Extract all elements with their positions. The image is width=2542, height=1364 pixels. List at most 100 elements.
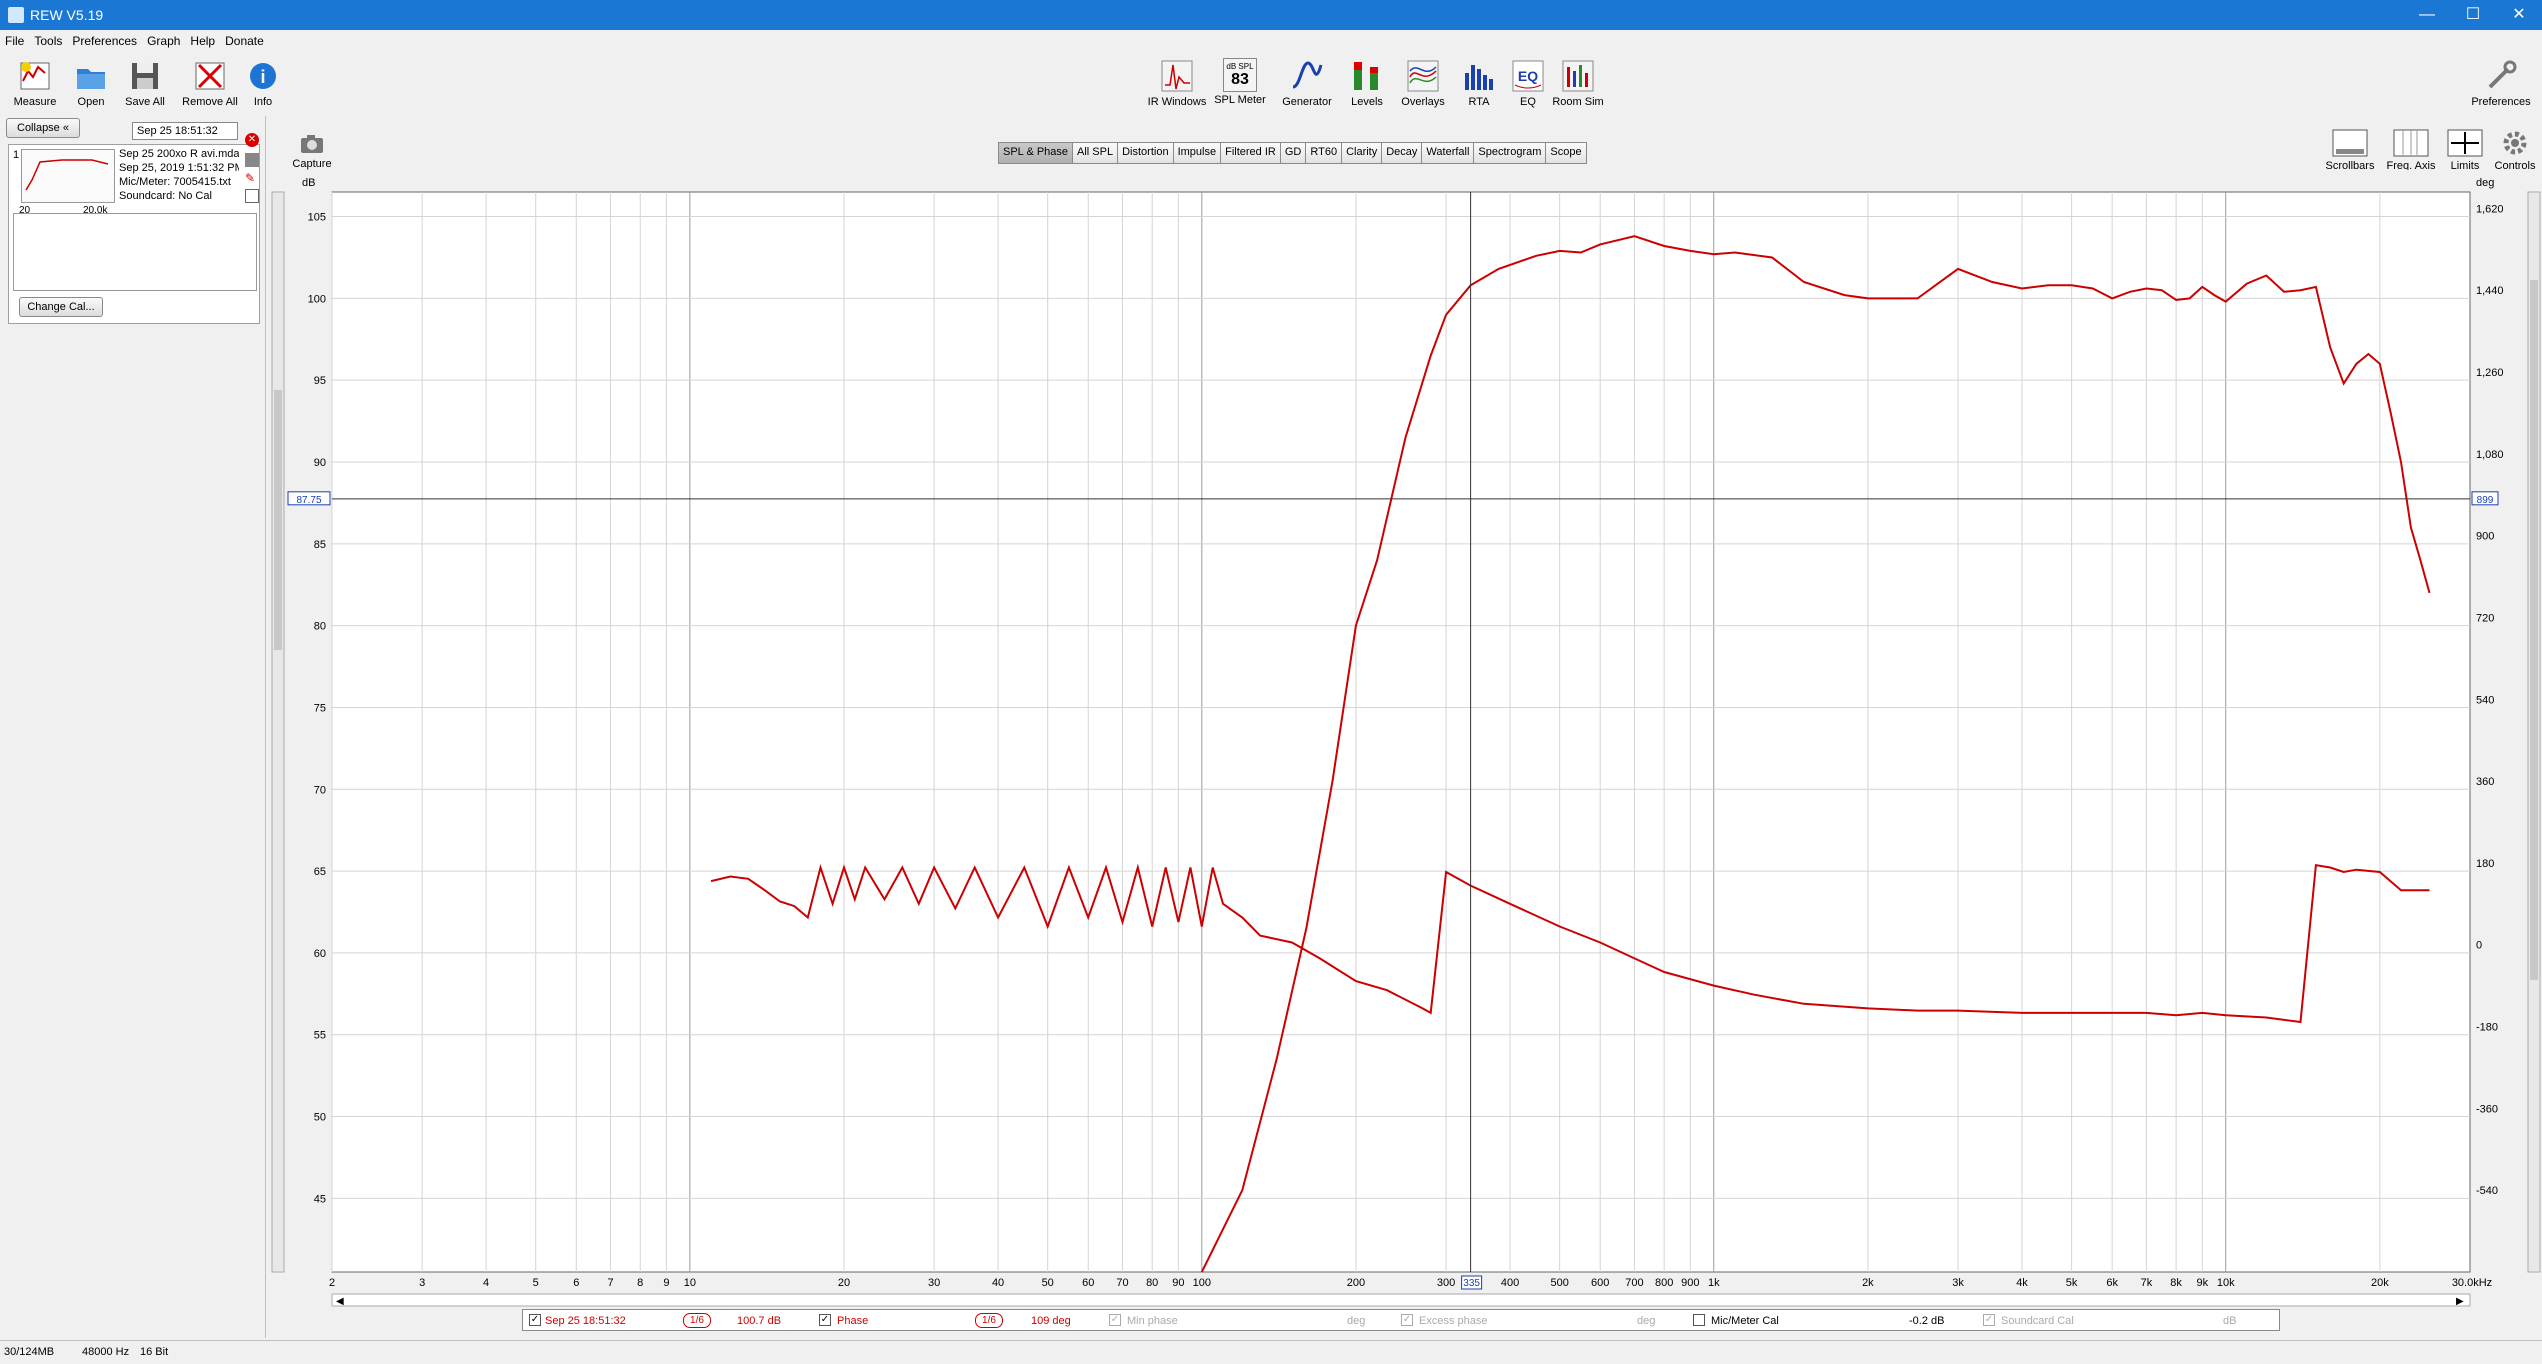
y-left-tick-label: 100 (308, 293, 326, 305)
cursor-y-right-label: 899 (2477, 495, 2494, 506)
x-tick-label: 8k (2170, 1277, 2182, 1289)
plot-area[interactable] (331, 191, 2471, 1273)
room-sim-button[interactable]: Room Sim (1550, 58, 1606, 108)
close-button[interactable]: ✕ (2496, 0, 2542, 30)
measure-button[interactable]: Measure (10, 58, 60, 108)
x-tick-label: 6 (573, 1277, 579, 1289)
ir-windows-button[interactable]: IR Windows (1146, 58, 1208, 108)
change-cal-button[interactable]: Change Cal... (19, 297, 103, 317)
overlays-button[interactable]: Overlays (1396, 58, 1450, 108)
capture-button[interactable]: Capture (288, 132, 336, 170)
limits-button[interactable]: Limits (2442, 128, 2488, 172)
measurement-card[interactable]: 1 20 20.0k Sep 25 200xo R avi.mdat Sep 2… (8, 133, 260, 324)
room-sim-icon (1560, 58, 1596, 94)
app-icon (8, 7, 24, 23)
x-tick-label: 80 (1146, 1277, 1158, 1289)
spl-phase-graph[interactable]: 2 3 4 5 6 7 8 9 10 20 30 40 50 60 70 80 90 100 200 300 400 50… (270, 170, 2542, 1310)
spl-meter-button[interactable]: dB SPL 83 SPL Meter (1212, 58, 1268, 106)
x-tick-label: 400 (1501, 1277, 1519, 1289)
save-measurement-icon[interactable] (245, 153, 259, 167)
legend-row: ✓ Sep 25 18:51:32 1/6 100.7 dB ✓ Phase 1… (522, 1309, 2280, 1331)
measurement-visible-checkbox[interactable]: ✓ (529, 1314, 541, 1326)
scroll-left-arrow-icon[interactable]: ◀ (336, 1296, 344, 1307)
maximize-button[interactable]: ☐ (2450, 0, 2496, 30)
x-tick-label: 2 (329, 1277, 335, 1289)
save-all-button[interactable]: Save All (120, 58, 170, 108)
x-tick-label: 10 (684, 1277, 696, 1289)
svg-text:EQ: EQ (1518, 68, 1538, 84)
tab-filtered-ir[interactable]: Filtered IR (1220, 142, 1281, 164)
delete-measurement-icon[interactable]: ✕ (245, 133, 259, 147)
remove-all-button[interactable]: Remove All (180, 58, 240, 108)
legend-soundcard-cal: Soundcard Cal (2001, 1315, 2074, 1327)
y-right-tick-label: 180 (2476, 858, 2494, 870)
measurement-notes-area[interactable] (13, 213, 257, 291)
menu-tools[interactable]: Tools (29, 30, 67, 48)
measurement-thumbnail (21, 149, 115, 203)
menu-graph[interactable]: Graph (142, 30, 185, 48)
tab-distortion[interactable]: Distortion (1117, 142, 1174, 164)
tab-all-spl[interactable]: All SPL (1072, 142, 1119, 164)
excess-phase-checkbox[interactable]: ✓ (1401, 1314, 1413, 1326)
notes-icon[interactable] (245, 189, 259, 203)
x-tick-label: 5 (533, 1277, 539, 1289)
x-tick-label: 30 (928, 1277, 940, 1289)
y-right-tick-label: -540 (2476, 1185, 2498, 1197)
generator-icon (1289, 58, 1325, 94)
soundcard-cal-checkbox[interactable]: ✓ (1983, 1314, 1995, 1326)
status-sample-rate: 48000 Hz (82, 1346, 130, 1358)
scroll-right-arrow-icon[interactable]: ▶ (2456, 1296, 2464, 1307)
scrollbars-button[interactable]: Scrollbars (2324, 128, 2376, 172)
x-tick-label: 60 (1082, 1277, 1094, 1289)
min-phase-checkbox[interactable]: ✓ (1109, 1314, 1121, 1326)
generator-button[interactable]: Generator (1278, 58, 1336, 108)
open-button[interactable]: Open (66, 58, 116, 108)
y-right-tick-label: 360 (2476, 776, 2494, 788)
legend-mic-cal: Mic/Meter Cal (1711, 1315, 1779, 1327)
phase-visible-checkbox[interactable]: ✓ (819, 1314, 831, 1326)
freq-axis-button[interactable]: Freq. Axis (2382, 128, 2440, 172)
tab-spectrogram[interactable]: Spectrogram (1473, 142, 1547, 164)
status-bit-depth: 16 Bit (140, 1346, 169, 1358)
measurement-name-field[interactable]: Sep 25 18:51:32 (132, 122, 238, 140)
tab-clarity[interactable]: Clarity (1341, 142, 1383, 164)
rta-button[interactable]: RTA (1456, 58, 1502, 108)
info-button[interactable]: i Info (238, 58, 288, 108)
edit-pen-icon[interactable]: ✎ (245, 171, 259, 185)
x-tick-label: 900 (1681, 1277, 1699, 1289)
menu-help[interactable]: Help (185, 30, 220, 48)
y-left-tick-label: 105 (308, 212, 326, 224)
mic-cal-checkbox[interactable] (1693, 1314, 1705, 1326)
right-scrollbar-thumb[interactable] (2530, 280, 2538, 980)
tab-decay[interactable]: Decay (1381, 142, 1423, 164)
tab-impulse[interactable]: Impulse (1172, 142, 1222, 164)
controls-button[interactable]: Controls (2490, 128, 2540, 172)
status-bar: 30/124MB 48000 Hz 16 Bit (0, 1340, 2542, 1364)
tab-scope[interactable]: Scope (1545, 142, 1587, 164)
horizontal-scrollbar[interactable] (331, 1293, 2471, 1307)
tab-gd[interactable]: GD (1279, 142, 1307, 164)
tab-rt60[interactable]: RT60 (1305, 142, 1343, 164)
x-tick-label: 20 (838, 1277, 850, 1289)
left-vertical-scrollbar[interactable] (271, 191, 285, 1273)
y-right-tick-label: 1,080 (2476, 449, 2504, 461)
x-tick-label: 6k (2106, 1277, 2118, 1289)
phase-smoothing-button[interactable]: 1/6 (975, 1313, 1003, 1328)
preferences-button[interactable]: Preferences (2468, 58, 2534, 108)
collapse-button[interactable]: Collapse « (6, 118, 80, 138)
menu-donate[interactable]: Donate (220, 30, 269, 48)
left-scrollbar-thumb[interactable] (274, 390, 282, 650)
minimize-button[interactable]: — (2404, 0, 2450, 30)
tab-waterfall[interactable]: Waterfall (1421, 142, 1475, 164)
x-tick-label: 70 (1116, 1277, 1128, 1289)
spl-smoothing-button[interactable]: 1/6 (683, 1313, 711, 1328)
menu-preferences[interactable]: Preferences (67, 30, 142, 48)
preferences-icon (2483, 58, 2519, 94)
x-tick-label: 3k (1952, 1277, 1964, 1289)
levels-button[interactable]: Levels (1346, 58, 1388, 108)
menu-file[interactable]: File (0, 30, 29, 48)
eq-button[interactable]: EQ EQ (1508, 58, 1548, 108)
x-tick-label: 700 (1625, 1277, 1643, 1289)
tab-spl-phase[interactable]: SPL & Phase (998, 142, 1074, 164)
collapse-chevron-icon: « (62, 122, 69, 134)
